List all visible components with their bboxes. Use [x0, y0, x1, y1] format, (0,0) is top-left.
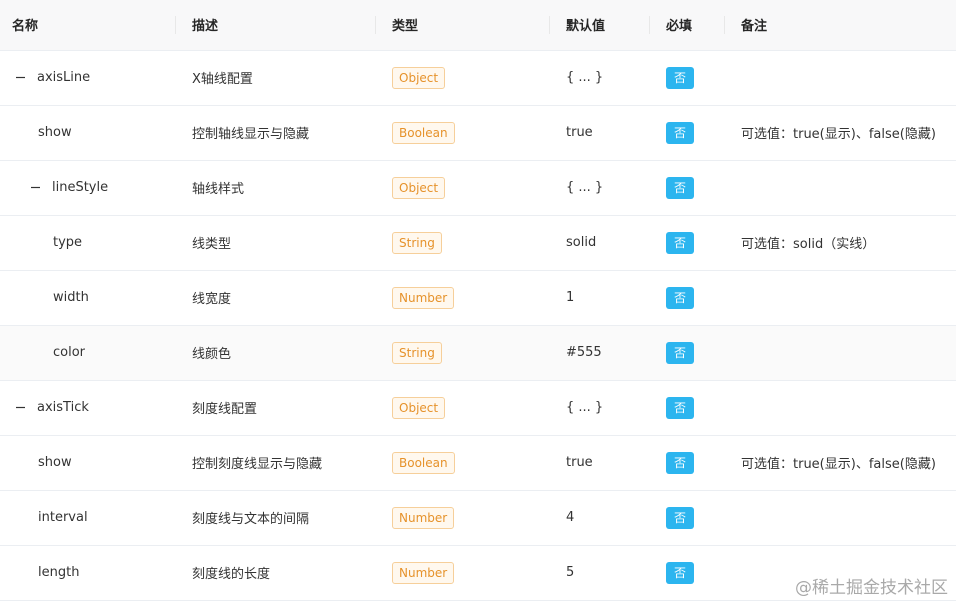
required-badge: 否	[666, 286, 694, 309]
required-badge: 否	[666, 66, 694, 89]
row-default: true	[550, 435, 650, 491]
row-remark	[725, 270, 956, 326]
row-default: solid	[550, 215, 650, 271]
props-table: 名称 描述 类型 默认值 必填 备注 axisLine X轴线配置 Object…	[0, 0, 956, 601]
row-remark	[725, 50, 956, 106]
row-name: show	[38, 455, 72, 470]
row-name: interval	[38, 510, 88, 525]
row-description: 线宽度	[176, 270, 376, 326]
row-name: axisLine	[37, 70, 91, 85]
required-badge: 否	[666, 176, 694, 199]
row-remark	[725, 325, 956, 381]
row-name: color	[53, 345, 86, 360]
row-default: 4	[550, 490, 650, 546]
row-default: { ... }	[550, 50, 650, 106]
row-name: lineStyle	[52, 180, 109, 195]
row-description: X轴线配置	[176, 50, 376, 106]
table-row: width 线宽度 Number 1 否	[0, 270, 956, 326]
required-badge: 否	[666, 341, 694, 364]
type-tag: String	[392, 231, 442, 254]
row-name: type	[53, 235, 83, 250]
row-description: 线颜色	[176, 325, 376, 381]
table-row: axisTick 刻度线配置 Object { ... } 否	[0, 380, 956, 436]
row-remark: 可选值：true(显示)、false(隐藏)	[725, 105, 956, 161]
header-remark: 备注	[725, 0, 956, 51]
collapse-minus-icon[interactable]	[14, 401, 27, 414]
required-badge: 否	[666, 561, 694, 584]
row-description: 控制刻度线显示与隐藏	[176, 435, 376, 491]
table-row: show 控制轴线显示与隐藏 Boolean true 否 可选值：true(显…	[0, 105, 956, 161]
required-badge: 否	[666, 451, 694, 474]
type-tag: Object	[392, 176, 446, 199]
header-name: 名称	[0, 0, 176, 51]
type-tag: Boolean	[392, 451, 455, 474]
required-badge: 否	[666, 231, 694, 254]
row-name: width	[53, 290, 89, 305]
header-default: 默认值	[550, 0, 650, 51]
type-tag: String	[392, 341, 442, 364]
required-badge: 否	[666, 396, 694, 419]
row-description: 刻度线与文本的间隔	[176, 490, 376, 546]
header-description: 描述	[176, 0, 376, 51]
row-remark: 可选值：solid（实线）	[725, 215, 956, 271]
table-header-row: 名称 描述 类型 默认值 必填 备注	[0, 0, 956, 51]
type-tag: Boolean	[392, 121, 455, 144]
watermark: @稀土掘金技术社区	[795, 578, 948, 598]
collapse-minus-icon[interactable]	[14, 71, 27, 84]
table-row: axisLine X轴线配置 Object { ... } 否	[0, 50, 956, 106]
table-row: color 线颜色 String #555 否	[0, 325, 956, 381]
row-name: length	[38, 565, 80, 580]
header-required: 必填	[650, 0, 725, 51]
collapse-minus-icon[interactable]	[29, 181, 42, 194]
row-description: 刻度线的长度	[176, 545, 376, 601]
table-row: type 线类型 String solid 否 可选值：solid（实线）	[0, 215, 956, 271]
table-row: show 控制刻度线显示与隐藏 Boolean true 否 可选值：true(…	[0, 435, 956, 491]
row-name: axisTick	[37, 400, 89, 415]
row-description: 控制轴线显示与隐藏	[176, 105, 376, 161]
row-remark: 可选值：true(显示)、false(隐藏)	[725, 435, 956, 491]
row-default: #555	[550, 325, 650, 381]
row-remark	[725, 380, 956, 436]
row-default: 1	[550, 270, 650, 326]
row-default: { ... }	[550, 380, 650, 436]
type-tag: Number	[392, 561, 455, 584]
type-tag: Number	[392, 286, 455, 309]
row-description: 刻度线配置	[176, 380, 376, 436]
row-description: 轴线样式	[176, 160, 376, 216]
table-row: interval 刻度线与文本的间隔 Number 4 否	[0, 490, 956, 546]
row-description: 线类型	[176, 215, 376, 271]
type-tag: Object	[392, 66, 446, 89]
type-tag: Object	[392, 396, 446, 419]
row-default: { ... }	[550, 160, 650, 216]
required-badge: 否	[666, 506, 694, 529]
required-badge: 否	[666, 121, 694, 144]
type-tag: Number	[392, 506, 455, 529]
table-row: lineStyle 轴线样式 Object { ... } 否	[0, 160, 956, 216]
row-default: 5	[550, 545, 650, 601]
header-type: 类型	[376, 0, 550, 51]
row-remark	[725, 490, 956, 546]
row-remark	[725, 160, 956, 216]
row-name: show	[38, 125, 72, 140]
row-default: true	[550, 105, 650, 161]
